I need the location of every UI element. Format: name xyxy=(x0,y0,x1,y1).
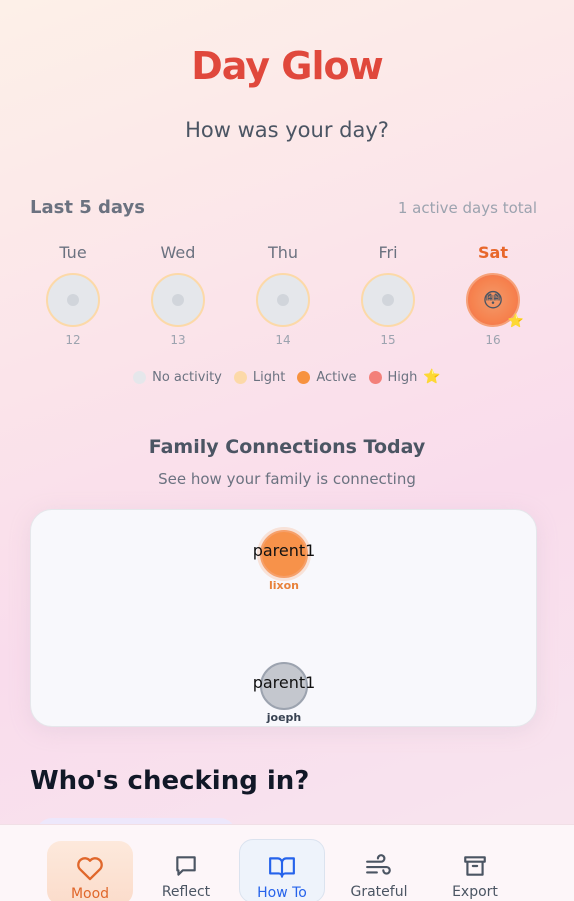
legend-label: High xyxy=(387,369,418,385)
star-icon: ⭐ xyxy=(423,369,441,385)
node-role-label: parent1 xyxy=(252,541,316,560)
day-name: Thu xyxy=(267,243,299,262)
activity-legend: No activity Light Active High ⭐ xyxy=(0,369,574,385)
nav-reflect[interactable]: Reflect xyxy=(143,839,229,901)
book-icon xyxy=(240,852,324,882)
day-activity-circle xyxy=(46,273,100,327)
heart-icon xyxy=(47,853,133,883)
legend-item-no-activity: No activity xyxy=(133,369,222,385)
chat-icon xyxy=(143,851,229,881)
legend-dot xyxy=(233,370,247,384)
day-number: 12 xyxy=(65,333,81,347)
member-name: lixon xyxy=(268,579,300,592)
day-name: Fri xyxy=(378,243,398,262)
day-tue[interactable]: Tue 12 xyxy=(38,243,108,347)
day-number: 16 xyxy=(485,333,501,347)
day-activity-circle: 😳 ⭐ xyxy=(466,273,524,329)
no-activity-dot xyxy=(382,294,394,306)
day-thu[interactable]: Thu 14 xyxy=(248,243,318,347)
history-heading: Last 5 days xyxy=(30,197,145,218)
legend-dot xyxy=(297,370,311,384)
archive-icon xyxy=(432,851,518,881)
day-sat[interactable]: Sat 😳 ⭐ 16 xyxy=(458,243,528,347)
nav-grateful[interactable]: Grateful xyxy=(336,839,422,901)
bottom-nav: Mood Reflect How To Grateful Export xyxy=(0,824,574,901)
flushed-face-icon: 😳 xyxy=(482,288,504,312)
day-activity-circle xyxy=(361,273,415,327)
day-name: Sat xyxy=(478,243,508,262)
nav-export[interactable]: Export xyxy=(432,839,518,901)
day-number: 13 xyxy=(170,333,186,347)
day-number: 14 xyxy=(275,333,291,347)
nav-how-to[interactable]: How To xyxy=(239,839,325,901)
active-days-total: 1 active days total xyxy=(397,199,537,217)
nav-mood[interactable]: Mood xyxy=(47,841,133,901)
no-activity-dot xyxy=(172,294,184,306)
family-node-joeph[interactable]: parent1 joeph xyxy=(253,662,315,724)
legend-label: Active xyxy=(316,369,357,385)
family-connections-subtitle: See how your family is connecting xyxy=(158,470,416,488)
page-subtitle: How was your day? xyxy=(185,118,389,142)
nav-label: Grateful xyxy=(350,884,408,900)
day-number: 15 xyxy=(380,333,396,347)
day-fri[interactable]: Fri 15 xyxy=(353,243,423,347)
checkin-heading: Who's checking in? xyxy=(30,766,310,796)
day-wed[interactable]: Wed 13 xyxy=(143,243,213,347)
family-connections-title: Family Connections Today xyxy=(148,436,426,458)
legend-label: Light xyxy=(252,369,286,385)
node-role-label: parent1 xyxy=(252,673,316,692)
nav-label: How To xyxy=(257,885,307,901)
day-activity-circle xyxy=(151,273,205,327)
day-name: Tue xyxy=(59,243,87,262)
family-connections-card: parent1 lixon parent1 joeph xyxy=(30,509,537,727)
legend-item-light: Light xyxy=(233,369,286,385)
no-activity-dot xyxy=(277,294,289,306)
legend-item-high: High ⭐ xyxy=(368,369,441,385)
family-node-lixon[interactable]: parent1 lixon xyxy=(253,530,315,592)
nav-label: Reflect xyxy=(161,884,211,900)
legend-item-active: Active xyxy=(297,369,357,385)
star-icon: ⭐ xyxy=(507,314,524,329)
app-title: Day Glow xyxy=(191,44,383,88)
member-name: joeph xyxy=(266,711,302,724)
nav-label: Mood xyxy=(70,886,110,901)
no-activity-dot xyxy=(67,294,79,306)
member-avatar: parent1 xyxy=(253,662,315,710)
wind-icon xyxy=(336,851,422,881)
legend-label: No activity xyxy=(152,369,222,385)
day-name: Wed xyxy=(160,243,196,262)
legend-dot xyxy=(368,370,382,384)
nav-label: Export xyxy=(452,884,498,900)
member-avatar: parent1 xyxy=(253,530,315,578)
legend-dot xyxy=(133,370,147,384)
day-activity-circle xyxy=(256,273,310,327)
